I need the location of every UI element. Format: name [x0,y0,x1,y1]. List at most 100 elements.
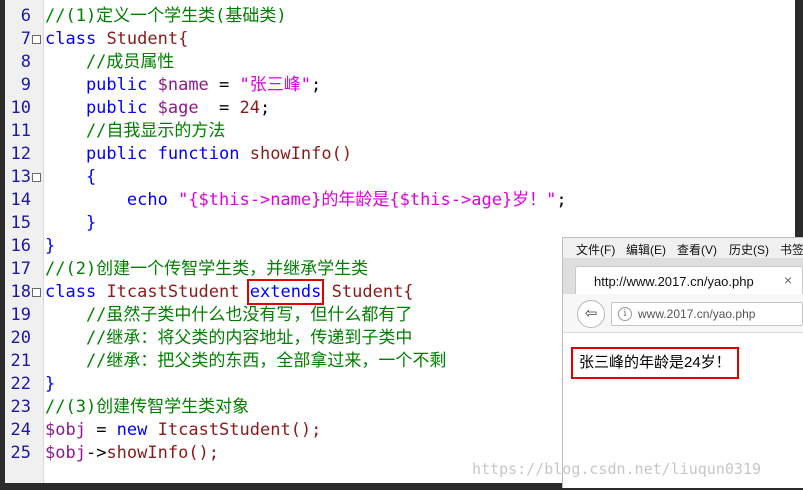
code-token: -> [85,443,107,463]
code-text: } [45,373,55,396]
code-token: $obj [45,443,86,463]
fold-toggle-icon[interactable] [32,173,41,182]
line-number: 13 [10,167,31,187]
code-token: = [85,420,117,440]
code-text: //自我显示的方法 [45,120,225,143]
code-token: = [208,75,240,95]
line-number: 8 [20,52,31,72]
code-text: echo "{$this->name}的年龄是{$this->age}岁！"; [45,189,567,212]
code-text: class ItcastStudent extends Student{ [45,279,414,305]
code-token: public function [45,144,240,164]
code-token: public [45,75,148,95]
code-token: Student{ [106,29,189,49]
tab-title: http://www.2017.cn/yao.php [594,274,754,289]
code-token: ItcastStudent [106,282,240,302]
code-token: ItcastStudent(); [157,420,322,440]
line-number: 21 [10,351,31,371]
code-text: public $age = 24; [45,97,270,120]
code-text: //继承：把父类的东西，全部拿过来，一个不剩 [45,350,446,373]
code-token: } [45,213,97,233]
code-token: showInfo() [249,144,353,164]
code-token: $name [157,75,209,95]
code-token: echo [45,190,168,210]
code-token: //继承：把父类的东西，全部拿过来，一个不剩 [45,351,447,371]
menu-bookmarks[interactable]: 书签 [780,241,803,258]
code-text: $obj->showInfo(); [45,442,219,465]
code-token: $obj [45,420,86,440]
code-token: ; [260,98,271,118]
line-number: 22 [10,374,31,394]
code-token: = [198,98,240,118]
menu-edit[interactable]: 编辑(E) [626,241,666,258]
code-line: 6 //(1)定义一个学生类(基础类) [5,5,795,28]
code-text: $obj = new ItcastStudent(); [45,419,321,442]
fold-toggle-icon[interactable] [32,35,41,44]
line-number: 17 [10,259,31,279]
browser-tab[interactable]: http://www.2017.cn/yao.php × [575,266,803,295]
code-text: public function showInfo() [45,143,352,166]
code-token: $age [157,98,199,118]
code-token: } [45,236,56,256]
code-text: //(3)创建传智学生类对象 [45,396,249,419]
code-line: 14 echo "{$this->name}的年龄是{$this->age}岁！… [5,189,795,212]
back-arrow-icon[interactable]: ⇦ [577,300,605,328]
code-token: new [116,420,148,440]
line-number: 11 [10,121,31,141]
highlighted-keyword: extends [246,279,325,305]
browser-tab-strip: http://www.2017.cn/yao.php × [563,258,803,295]
line-number: 10 [10,98,31,118]
code-text: { [45,166,96,189]
line-number: 6 [20,6,31,26]
code-line: 10 public $age = 24; [5,97,795,120]
fold-toggle-icon[interactable] [32,288,41,297]
line-number: 15 [10,213,31,233]
code-text: public $name = "张三峰"; [45,74,321,97]
code-token: //继承：将父类的内容地址，传递到子类中 [45,328,413,348]
code-text: class Student{ [45,28,188,51]
line-number: 19 [10,305,31,325]
menu-history[interactable]: 历史(S) [729,241,769,258]
code-text: //(1)定义一个学生类(基础类) [45,5,287,28]
line-number: 23 [10,397,31,417]
code-text: } [45,212,96,235]
address-bar[interactable]: i www.2017.cn/yao.php [611,302,803,326]
line-number: 25 [10,443,31,463]
line-number: 7 [20,29,31,49]
line-number: 16 [10,236,31,256]
code-token: //虽然子类中什么也没有写，但什么都有了 [45,305,413,325]
code-text: //继承：将父类的内容地址，传递到子类中 [45,327,412,350]
code-text: //成员属性 [45,51,174,74]
page-output-text: 张三峰的年龄是24岁！ [571,347,739,379]
code-line: 11 //自我显示的方法 [5,120,795,143]
line-number: 18 [10,282,31,302]
code-line: 12 public function showInfo() [5,143,795,166]
info-icon[interactable]: i [618,307,632,321]
menu-view[interactable]: 查看(V) [677,241,717,258]
line-number: 24 [10,420,31,440]
code-token: //(2)创建一个传智学生类，并继承学生类 [45,259,369,279]
code-line: 13 { [5,166,795,189]
code-text: //虽然子类中什么也没有写，但什么都有了 [45,304,412,327]
line-number: 14 [10,190,31,210]
line-number: 12 [10,144,31,164]
code-token: class [45,282,97,302]
code-token: showInfo(); [106,443,220,463]
code-line: 9 public $name = "张三峰"; [5,74,795,97]
close-tab-icon[interactable]: × [784,272,792,288]
menu-file[interactable]: 文件(F) [576,241,615,258]
code-token: ; [311,75,322,95]
code-token: //(1)定义一个学生类(基础类) [45,6,287,26]
code-token: { [45,167,97,187]
code-token: Student{ [331,282,414,302]
code-line: 8 //成员属性 [5,51,795,74]
code-token: public [45,98,148,118]
code-text: } [45,235,55,258]
